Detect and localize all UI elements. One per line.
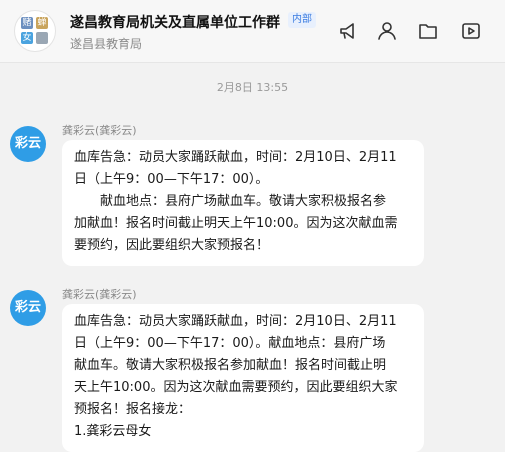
group-avatar-cell: 蝉 — [36, 17, 48, 29]
message-line: 献血地点：县府广场献血车。敬请大家积极报名参 — [100, 194, 387, 209]
message-line: 要预约，因此要组织大家预报名！ — [74, 238, 270, 253]
sender-name: 龚彩云(龚彩云) — [62, 288, 137, 301]
sender-name: 龚彩云(龚彩云) — [62, 124, 137, 137]
message-bubble[interactable]: 血库告急：动员大家踊跃献血，时间：2月10日、2月11 日（上午9：00—下午1… — [62, 140, 424, 266]
sender-avatar[interactable]: 彩云 — [10, 126, 46, 162]
group-avatar-cell: 女 — [21, 32, 33, 44]
message-line: 血库告急：动员大家踊跃献血，时间：2月10日、2月11 — [74, 150, 397, 165]
message-line: 献血车。敬请大家积极报名参加献血！报名时间截止明 — [74, 358, 387, 373]
folder-icon[interactable] — [417, 20, 439, 42]
chat-timestamp: 2月8日 13:55 — [216, 81, 289, 94]
video-icon[interactable] — [460, 20, 482, 42]
internal-tag: 内部 — [288, 12, 316, 28]
group-title[interactable]: 遂昌教育局机关及直属单位工作群 — [70, 12, 280, 32]
group-avatar-cell — [36, 32, 48, 44]
group-subtitle[interactable]: 遂昌县教育局 — [70, 35, 142, 52]
group-avatar-cell: 赌 — [21, 17, 33, 29]
megaphone-icon[interactable] — [337, 20, 359, 42]
message-line: 1.龚彩云母女 — [74, 424, 152, 439]
person-icon[interactable] — [376, 20, 398, 42]
message-line: 日（上午9：00—下午17：00）。 — [74, 172, 269, 187]
message-bubble[interactable]: 血库告急：动员大家踊跃献血，时间：2月10日、2月11 日（上午9：00—下午1… — [62, 304, 424, 452]
message-line: 日（上午9：00—下午17：00）。献血地点：县府广场 — [74, 336, 386, 351]
sender-avatar[interactable]: 彩云 — [10, 290, 46, 326]
message-line: 预报名！报名接龙： — [74, 402, 192, 417]
chat-header: 赌 蝉 女 遂昌教育局机关及直属单位工作群 内部 遂昌县教育局 — [0, 0, 505, 63]
message-line: 天上午10:00。因为这次献血需要预约，因此要组织大家 — [74, 380, 398, 395]
message-line: 加献血！报名时间截止明天上午10:00。因为这次献血需 — [74, 216, 398, 231]
group-avatar[interactable]: 赌 蝉 女 — [14, 10, 56, 52]
message-line: 血库告急：动员大家踊跃献血，时间：2月10日、2月11 — [74, 314, 397, 329]
